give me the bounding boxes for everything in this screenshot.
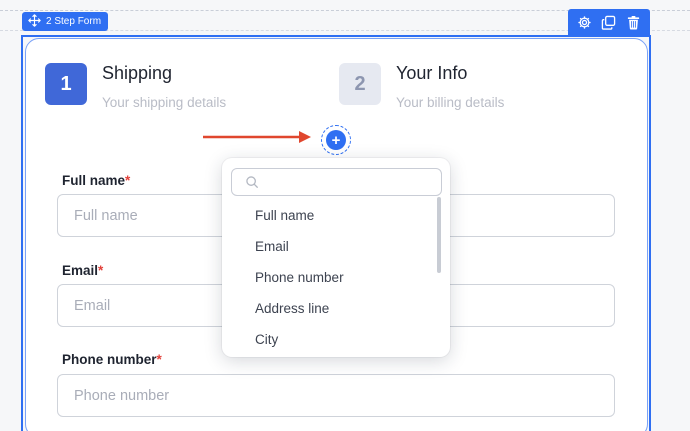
field-label-phone-number: Phone number*: [62, 352, 162, 367]
input-placeholder: Email: [74, 297, 111, 314]
required-mark: *: [98, 263, 104, 278]
field-label-text: Phone number: [62, 352, 157, 367]
input-placeholder: Phone number: [74, 387, 170, 404]
dropdown-search-input[interactable]: [231, 168, 442, 196]
dropdown-option[interactable]: City: [255, 332, 278, 347]
step-your-info[interactable]: 2 Your Info Your billing details: [339, 63, 504, 110]
search-icon: [246, 176, 258, 188]
block-label-tag[interactable]: 2 Step Form: [22, 12, 109, 31]
block-toolbar: [568, 9, 650, 36]
phone-number-input[interactable]: Phone number: [57, 374, 615, 417]
field-label-text: Full name: [62, 173, 126, 188]
step-shipping[interactable]: 1 Shipping Your shipping details: [45, 63, 226, 110]
settings-button[interactable]: [574, 13, 594, 33]
step-number-badge: 2: [339, 63, 381, 105]
duplicate-icon: [602, 15, 616, 30]
field-label-email: Email*: [62, 263, 103, 278]
field-type-dropdown: Full name Email Phone number Address lin…: [222, 158, 450, 357]
step-subtitle: Your billing details: [396, 95, 505, 110]
gear-icon: [578, 16, 591, 29]
step-title: Shipping: [102, 63, 173, 83]
dropdown-option[interactable]: Phone number: [255, 270, 344, 285]
field-label-full-name: Full name*: [62, 173, 130, 188]
dropdown-option[interactable]: Full name: [255, 208, 314, 223]
required-mark: *: [156, 352, 162, 367]
duplicate-button[interactable]: [599, 13, 619, 33]
dropdown-option[interactable]: Email: [255, 239, 289, 254]
input-placeholder: Full name: [74, 207, 138, 224]
plus-icon: +: [326, 130, 346, 150]
step-subtitle: Your shipping details: [102, 95, 227, 110]
step-title: Your Info: [396, 63, 468, 83]
required-mark: *: [125, 173, 131, 188]
delete-button[interactable]: [624, 13, 644, 33]
step-number-badge: 1: [45, 63, 87, 105]
field-label-text: Email: [62, 263, 99, 278]
red-arrow-icon: [203, 131, 311, 143]
dropdown-scrollbar[interactable]: [437, 197, 441, 273]
block-label-text: 2 Step Form: [46, 16, 102, 27]
dropdown-option[interactable]: Address line: [255, 301, 329, 316]
editor-canvas: 2 Step Form 1 Shipping Your shipping det…: [0, 0, 690, 431]
move-icon[interactable]: [28, 13, 41, 30]
add-field-button[interactable]: +: [321, 125, 351, 155]
trash-icon: [628, 15, 640, 30]
